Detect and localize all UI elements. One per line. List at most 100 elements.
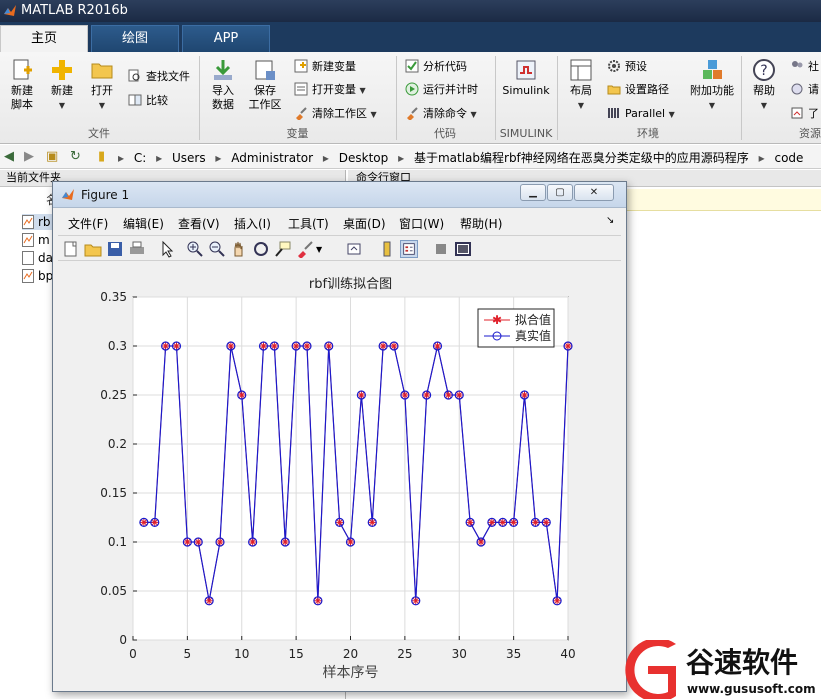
layout-button[interactable]: 布局 ▼ (563, 58, 599, 113)
app-title-bar: MATLAB R2016b (0, 0, 821, 22)
set-path-button[interactable]: 设置路径 (607, 81, 669, 99)
new-variable-button[interactable]: 新建变量 (294, 58, 356, 76)
chevron-down-icon: ▼ (668, 110, 675, 119)
save-icon[interactable] (106, 240, 124, 258)
hide-plot-tools-icon[interactable] (432, 240, 450, 258)
rotate-3d-icon[interactable] (252, 240, 270, 258)
breadcrumb-segment[interactable]: Administrator (231, 151, 313, 165)
file-item[interactable]: bp (22, 268, 53, 284)
file-name: rb (38, 215, 51, 229)
file-item[interactable]: m (22, 232, 50, 248)
menu-insert[interactable]: 插入(I) (234, 215, 271, 232)
data-point (563, 341, 573, 351)
maximize-button[interactable]: ▢ (547, 184, 573, 201)
menu-desktop[interactable]: 桌面(D) (343, 215, 386, 232)
learn-button[interactable]: 了 (790, 105, 819, 123)
open-variable-button[interactable]: 打开变量 ▼ (294, 81, 366, 99)
figure-title-bar[interactable]: Figure 1 ▁ ▢ ✕ (53, 182, 626, 208)
edit-plot-arrow-icon[interactable] (158, 240, 176, 258)
data-cursor-icon[interactable] (274, 240, 292, 258)
analyze-code-button[interactable]: 分析代码 (405, 58, 467, 76)
clear-workspace-button[interactable]: 清除工作区 ▼ (294, 105, 377, 123)
menu-view[interactable]: 查看(V) (178, 215, 220, 232)
breadcrumb-segment[interactable]: 基于matlab编程rbf神经网络在恶臭分类定级中的应用源码程序 (414, 151, 749, 165)
breadcrumb: ▸ C: ▸ Users ▸ Administrator ▸ Desktop ▸… (118, 149, 809, 166)
x-axis-label: 样本序号 (323, 665, 379, 681)
support-icon (791, 83, 803, 95)
breadcrumb-segment[interactable]: Users (172, 151, 206, 165)
data-point (193, 537, 203, 547)
data-point (182, 537, 192, 547)
request-support-button[interactable]: 请 (790, 81, 819, 99)
menu-window[interactable]: 窗口(W) (399, 215, 444, 232)
x-tick-label: 35 (506, 647, 521, 661)
preferences-button[interactable]: 预设 (607, 58, 647, 76)
up-folder-icon[interactable]: ▣ (46, 149, 58, 164)
tab-plots[interactable]: 绘图 (91, 25, 179, 52)
x-tick-label: 25 (397, 647, 412, 661)
breadcrumb-segment[interactable]: Desktop (339, 151, 389, 165)
new-button[interactable]: 新建 ▼ (44, 58, 80, 113)
compare-button[interactable]: 比较 (128, 92, 168, 110)
find-files-button[interactable]: 查找文件 (128, 68, 190, 86)
print-icon[interactable] (128, 240, 146, 258)
breadcrumb-separator-icon: ▸ (322, 151, 329, 165)
menu-help[interactable]: 帮助(H) (460, 215, 502, 232)
y-tick-label: 0.05 (100, 584, 127, 598)
run-and-time-button[interactable]: 运行并计时 (405, 81, 478, 99)
menu-edit[interactable]: 编辑(E) (123, 215, 164, 232)
open-file-icon[interactable] (84, 240, 102, 258)
menu-file[interactable]: 文件(F) (68, 215, 108, 232)
menu-dock-arrow-icon[interactable]: ↘ (606, 215, 614, 226)
x-tick-label: 0 (129, 647, 137, 661)
zoom-out-icon[interactable] (208, 240, 226, 258)
parallel-button[interactable]: Parallel ▼ (607, 105, 675, 123)
clear-commands-button[interactable]: 清除命令 ▼ (405, 105, 477, 123)
breadcrumb-segment[interactable]: code (774, 151, 803, 165)
data-point (345, 537, 356, 547)
simulink-button[interactable]: Simulink (500, 58, 552, 98)
addons-button[interactable]: 附加功能 ▼ (687, 58, 737, 113)
close-button[interactable]: ✕ (574, 184, 614, 201)
parallel-label: Parallel (625, 107, 666, 120)
file-item[interactable]: da (22, 250, 53, 266)
tab-home[interactable]: 主页 (0, 25, 88, 53)
folder-icon (91, 63, 113, 79)
file-item[interactable]: rb (22, 214, 52, 230)
pan-hand-icon[interactable] (230, 240, 248, 258)
import-data-label: 导入 数据 (212, 84, 234, 111)
insert-legend-icon[interactable] (400, 240, 418, 258)
menu-tools[interactable]: 工具(T) (288, 215, 329, 232)
new-figure-icon[interactable] (62, 240, 80, 258)
breadcrumb-segment[interactable]: C: (134, 151, 146, 165)
insert-colorbar-icon[interactable] (378, 240, 396, 258)
line-chart[interactable]: 0 5 10 15 20 25 30 35 40 0 0.05 0.1 0.15 0.2 0.25 0.3 0.… (58, 263, 621, 687)
browse-folder-icon[interactable]: ↻ (70, 149, 81, 164)
new-script-button[interactable]: 新建 脚本 (4, 58, 40, 112)
data-point (367, 517, 377, 527)
chevron-down-icon[interactable]: ▼ (316, 245, 334, 263)
brush-icon[interactable] (296, 240, 314, 258)
y-tick-label: 0.2 (108, 437, 127, 451)
layout-label: 布局 (570, 84, 592, 97)
tab-apps[interactable]: APP (182, 25, 270, 52)
data-point (422, 390, 432, 400)
help-button[interactable]: ? 帮助 ▼ (746, 58, 782, 113)
zoom-in-icon[interactable] (186, 240, 204, 258)
import-data-button[interactable]: 导入 数据 (204, 58, 242, 112)
matlab-file-icon (22, 215, 34, 229)
app-title: MATLAB R2016b (21, 3, 128, 18)
open-button[interactable]: 打开 ▼ (84, 58, 120, 113)
new-variable-icon (294, 59, 308, 73)
save-workspace-button[interactable]: 保存 工作区 (246, 58, 284, 112)
legend[interactable]: ✱ 拟合值 真实值 (477, 308, 555, 348)
run-and-time-icon (405, 82, 419, 96)
forward-arrow-icon[interactable]: ▶ (24, 149, 34, 164)
save-workspace-icon (255, 60, 275, 80)
back-arrow-icon[interactable]: ◀ (4, 149, 14, 164)
show-plot-tools-icon[interactable] (454, 240, 472, 258)
community-button[interactable]: 社 (790, 58, 819, 76)
minimize-button[interactable]: ▁ (520, 184, 546, 201)
data-point (476, 537, 486, 547)
link-plot-icon[interactable] (346, 240, 364, 258)
